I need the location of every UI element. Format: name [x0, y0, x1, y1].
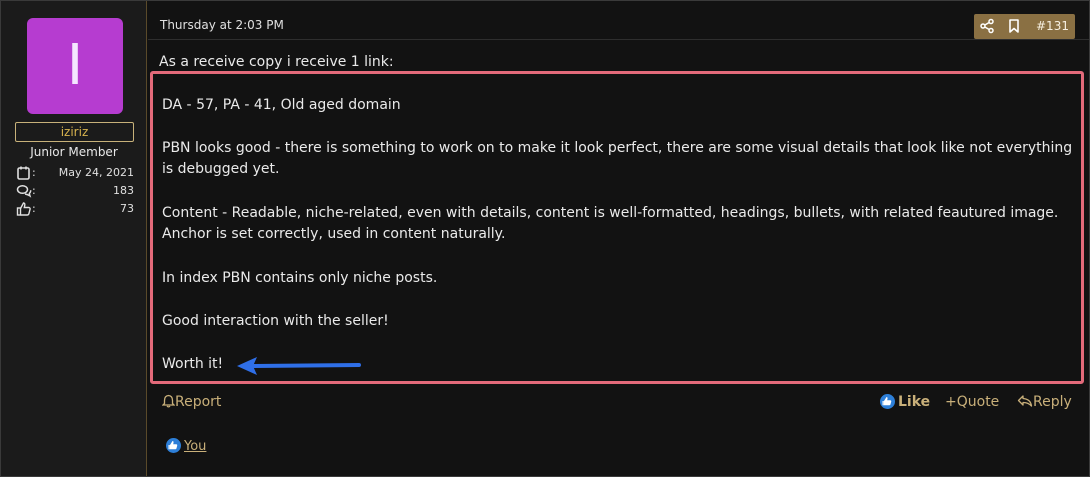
comments-icon [16, 184, 32, 198]
report-button[interactable]: Report [162, 394, 221, 410]
review-line: In index PBN contains only niche posts. [162, 270, 438, 286]
bell-icon [162, 394, 175, 408]
post-date[interactable]: Thursday at 2:03 PM [160, 18, 284, 32]
plus-icon: + [945, 394, 957, 410]
review-line: Content - Readable, niche-related, even … [162, 205, 1059, 242]
stat-messages: : 183 [16, 183, 134, 199]
report-label: Report [175, 394, 222, 410]
divider [148, 39, 1089, 40]
share-icon[interactable] [979, 18, 995, 34]
joined-date: May 24, 2021 [58, 166, 134, 179]
post-actions: #131 [974, 14, 1075, 39]
bookmark-icon[interactable] [1006, 18, 1022, 34]
post-number-link[interactable]: #131 [1036, 19, 1069, 33]
reactions-you-link[interactable]: You [184, 439, 206, 454]
review-line: PBN looks good - there is something to w… [162, 140, 1073, 177]
username-link[interactable]: iziriz [15, 122, 134, 142]
review-line: DA - 57, PA - 41, Old aged domain [162, 97, 401, 113]
like-button[interactable]: Like [880, 394, 930, 410]
message-count: 183 [113, 184, 134, 197]
reaction-score: 73 [120, 202, 134, 215]
quote-button[interactable]: +Quote [945, 394, 999, 410]
post-intro: As a receive copy i receive 1 link: [159, 54, 394, 70]
stat-reactions: : 73 [16, 201, 134, 217]
user-sidebar: I iziriz Junior Member : May 24, 2021 : … [1, 1, 147, 476]
calendar-icon [17, 166, 30, 180]
stat-joined: : May 24, 2021 [16, 165, 134, 181]
like-icon [880, 394, 895, 409]
reply-icon [1017, 395, 1033, 407]
like-label: Like [898, 394, 931, 410]
post-main: Thursday at 2:03 PM #131 As a receive co… [148, 1, 1089, 476]
reply-button[interactable]: Reply [1017, 394, 1072, 410]
quote-label: Quote [956, 394, 1000, 410]
forum-post: I iziriz Junior Member : May 24, 2021 : … [0, 0, 1090, 477]
like-reaction-icon [166, 438, 181, 453]
arrow-annotation [237, 357, 361, 375]
reply-label: Reply [1033, 394, 1072, 410]
review-line: Good interaction with the seller! [162, 313, 389, 329]
avatar[interactable]: I [27, 18, 123, 114]
reactions-summary: You [166, 438, 206, 454]
highlighted-review: DA - 57, PA - 41, Old aged domain PBN lo… [150, 71, 1084, 384]
user-title: Junior Member [30, 145, 118, 159]
thumbs-up-icon [16, 202, 31, 216]
